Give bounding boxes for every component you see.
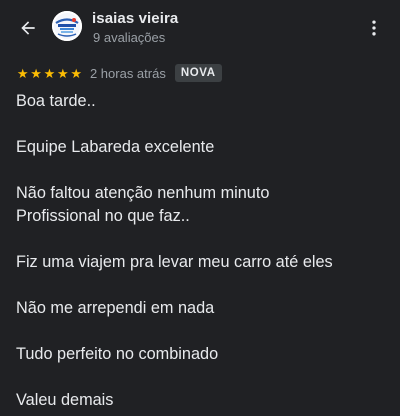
back-button[interactable] — [14, 14, 42, 42]
review-line: Não me arrependi em nada — [16, 299, 215, 317]
star-icon: ★ — [57, 65, 69, 81]
review-meta: ★ ★ ★ ★ ★ 2 horas atrás NOVA — [16, 62, 222, 84]
review-line: Fiz uma viajem pra levar meu carro até e… — [16, 253, 333, 271]
app-header: isaias vieira 9 avaliações — [0, 0, 400, 56]
star-icon: ★ — [30, 65, 42, 81]
star-icon: ★ — [16, 65, 29, 81]
avatar-image — [52, 11, 82, 41]
new-badge: NOVA — [174, 64, 222, 82]
review-line: Tudo perfeito no combinado — [16, 345, 219, 363]
arrow-back-icon — [21, 21, 35, 35]
more-options-button[interactable] — [362, 14, 386, 42]
review-line: Profissional no que faz.. — [16, 207, 190, 225]
review-line: Não faltou atenção nenhum minuto — [16, 184, 270, 202]
reviewer-name[interactable]: isaias vieira — [92, 10, 178, 27]
more-vert-icon — [372, 20, 376, 36]
review-line: Equipe Labareda excelente — [16, 138, 215, 156]
review-line: Valeu demais — [16, 391, 114, 409]
review-line: Boa tarde.. — [16, 92, 96, 110]
review-text: Boa tarde.. Equipe Labareda excelente Não … — [16, 90, 388, 412]
avatar[interactable] — [52, 11, 82, 41]
star-rating: ★ ★ ★ ★ ★ — [16, 67, 83, 80]
review-time: 2 horas atrás — [89, 65, 166, 81]
star-icon: ★ — [43, 65, 56, 81]
review-count: 9 avaliações — [93, 30, 166, 45]
star-icon: ★ — [70, 65, 83, 81]
